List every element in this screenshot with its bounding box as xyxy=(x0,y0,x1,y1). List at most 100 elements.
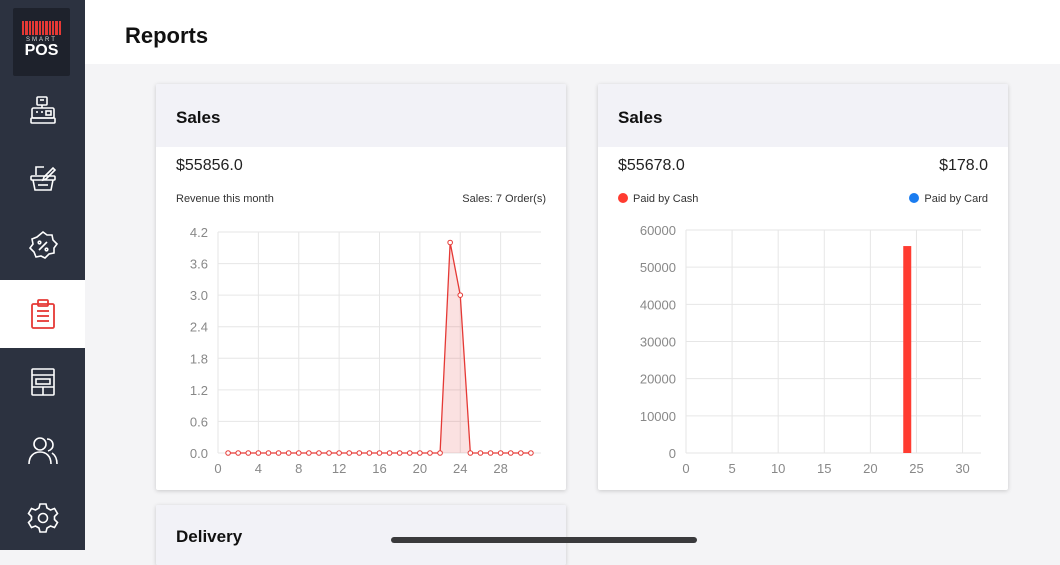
x-tick-label: 24 xyxy=(453,461,467,476)
data-point xyxy=(437,450,443,456)
users-icon xyxy=(27,437,58,465)
clipboard-icon xyxy=(30,299,55,329)
card-title: Sales xyxy=(176,108,221,127)
barcode-icon xyxy=(13,21,70,35)
data-point xyxy=(376,450,383,456)
gear-icon xyxy=(26,503,59,533)
x-tick-label: 10 xyxy=(771,461,785,476)
data-point xyxy=(417,450,423,456)
page-title: Reports xyxy=(125,23,209,48)
y-tick-label: 1.8 xyxy=(190,351,208,366)
data-point xyxy=(306,450,312,456)
delivery-card: Delivery xyxy=(156,505,566,565)
card-legend-dot xyxy=(909,193,920,203)
sales-amount: $55856.0 xyxy=(176,157,243,174)
sidebar: SMART POS xyxy=(0,0,85,550)
data-point xyxy=(356,450,363,456)
data-point xyxy=(285,450,292,456)
percent-badge-icon xyxy=(28,230,58,259)
data-point xyxy=(386,450,393,456)
x-tick-label: 30 xyxy=(955,461,969,476)
y-tick-label: 60000 xyxy=(640,223,676,238)
card-header: Delivery xyxy=(156,505,566,565)
cash-legend-label: Paid by Cash xyxy=(633,193,699,205)
data-point xyxy=(316,450,322,456)
data-point xyxy=(477,450,484,456)
y-tick-label: 20000 xyxy=(640,372,676,387)
y-tick-label: 3.0 xyxy=(190,288,208,303)
x-tick-label: 0 xyxy=(682,461,689,476)
orders-label: Sales: 7 Order(s) xyxy=(462,193,546,205)
cash-amount: $55678.0 xyxy=(618,157,685,174)
y-tick-label: 0.0 xyxy=(190,446,208,461)
logo-big-text: POS xyxy=(24,42,59,59)
sidebar-item-settings[interactable] xyxy=(0,484,85,552)
y-tick-label: 2.4 xyxy=(190,320,208,335)
sidebar-item-reports[interactable] xyxy=(0,280,85,348)
x-tick-label: 16 xyxy=(372,461,386,476)
data-point xyxy=(255,450,262,456)
card-title: Delivery xyxy=(176,527,243,546)
payment-bar-chart: 0 10000 20000 30000 40000 50000 60000 0 5 10 15 20 2… xyxy=(640,223,981,476)
data-point xyxy=(366,450,373,456)
y-tick-label: 40000 xyxy=(640,297,676,312)
sidebar-item-discounts[interactable] xyxy=(0,212,85,280)
data-point xyxy=(487,450,494,456)
storefront-icon xyxy=(30,368,55,396)
sidebar-item-customers[interactable] xyxy=(0,416,85,484)
data-point xyxy=(518,450,524,456)
data-point xyxy=(447,239,453,246)
data-point xyxy=(265,450,272,456)
sidebar-item-register[interactable] xyxy=(0,76,85,144)
data-point xyxy=(467,450,474,456)
home-indicator[interactable] xyxy=(391,537,697,543)
x-tick-label: 12 xyxy=(332,461,346,476)
x-tick-label: 20 xyxy=(413,461,427,476)
data-point xyxy=(225,450,231,456)
sidebar-item-store[interactable] xyxy=(0,348,85,416)
y-tick-label: 0 xyxy=(669,446,676,461)
data-point xyxy=(507,450,514,456)
x-tick-label: 25 xyxy=(909,461,923,476)
x-tick-label: 4 xyxy=(255,461,262,476)
y-tick-label: 0.6 xyxy=(190,414,208,429)
data-point xyxy=(396,450,403,456)
card-title: Sales xyxy=(618,108,663,127)
data-point xyxy=(245,450,252,456)
card-header: Sales xyxy=(598,84,1008,147)
x-tick-label: 28 xyxy=(493,461,507,476)
data-point xyxy=(406,450,413,456)
y-tick-label: 30000 xyxy=(640,335,676,350)
revenue-label: Revenue this month xyxy=(176,193,274,205)
sales-line-chart: 0.0 0.6 1.2 1.8 2.4 3.0 3.6 4.2 0 4 8 12 16 20 24 28 xyxy=(190,225,541,476)
card-amount: $178.0 xyxy=(939,157,988,174)
data-point xyxy=(336,450,342,456)
data-point xyxy=(346,450,353,456)
data-point xyxy=(528,450,534,456)
cash-legend-dot xyxy=(618,193,628,203)
card-header: Sales xyxy=(156,84,566,147)
card-legend-label: Paid by Card xyxy=(924,193,988,205)
data-point xyxy=(457,292,464,298)
x-tick-label: 15 xyxy=(817,461,831,476)
sales-trend-card: Sales $55856.0 Revenue this month Sales:… xyxy=(156,84,566,490)
data-point xyxy=(235,450,241,456)
cash-register-icon xyxy=(29,96,56,124)
page-header: Reports xyxy=(85,0,1060,64)
cash-bar xyxy=(903,246,912,453)
x-tick-label: 20 xyxy=(863,461,877,476)
smart-pos-logo[interactable]: SMART POS xyxy=(13,8,70,76)
legend-cash: Paid by Cash xyxy=(618,193,698,205)
x-tick-label: 0 xyxy=(214,461,221,476)
y-tick-label: 50000 xyxy=(640,260,676,275)
y-tick-label: 4.2 xyxy=(190,225,208,240)
data-point xyxy=(275,450,282,456)
data-point xyxy=(427,450,433,456)
data-point xyxy=(295,450,302,456)
y-tick-label: 3.6 xyxy=(190,257,208,272)
sidebar-item-products[interactable] xyxy=(0,144,85,212)
data-point xyxy=(497,450,504,456)
y-tick-label: 1.2 xyxy=(190,383,208,398)
legend-card: Paid by Card xyxy=(909,193,988,205)
data-point xyxy=(326,450,332,456)
